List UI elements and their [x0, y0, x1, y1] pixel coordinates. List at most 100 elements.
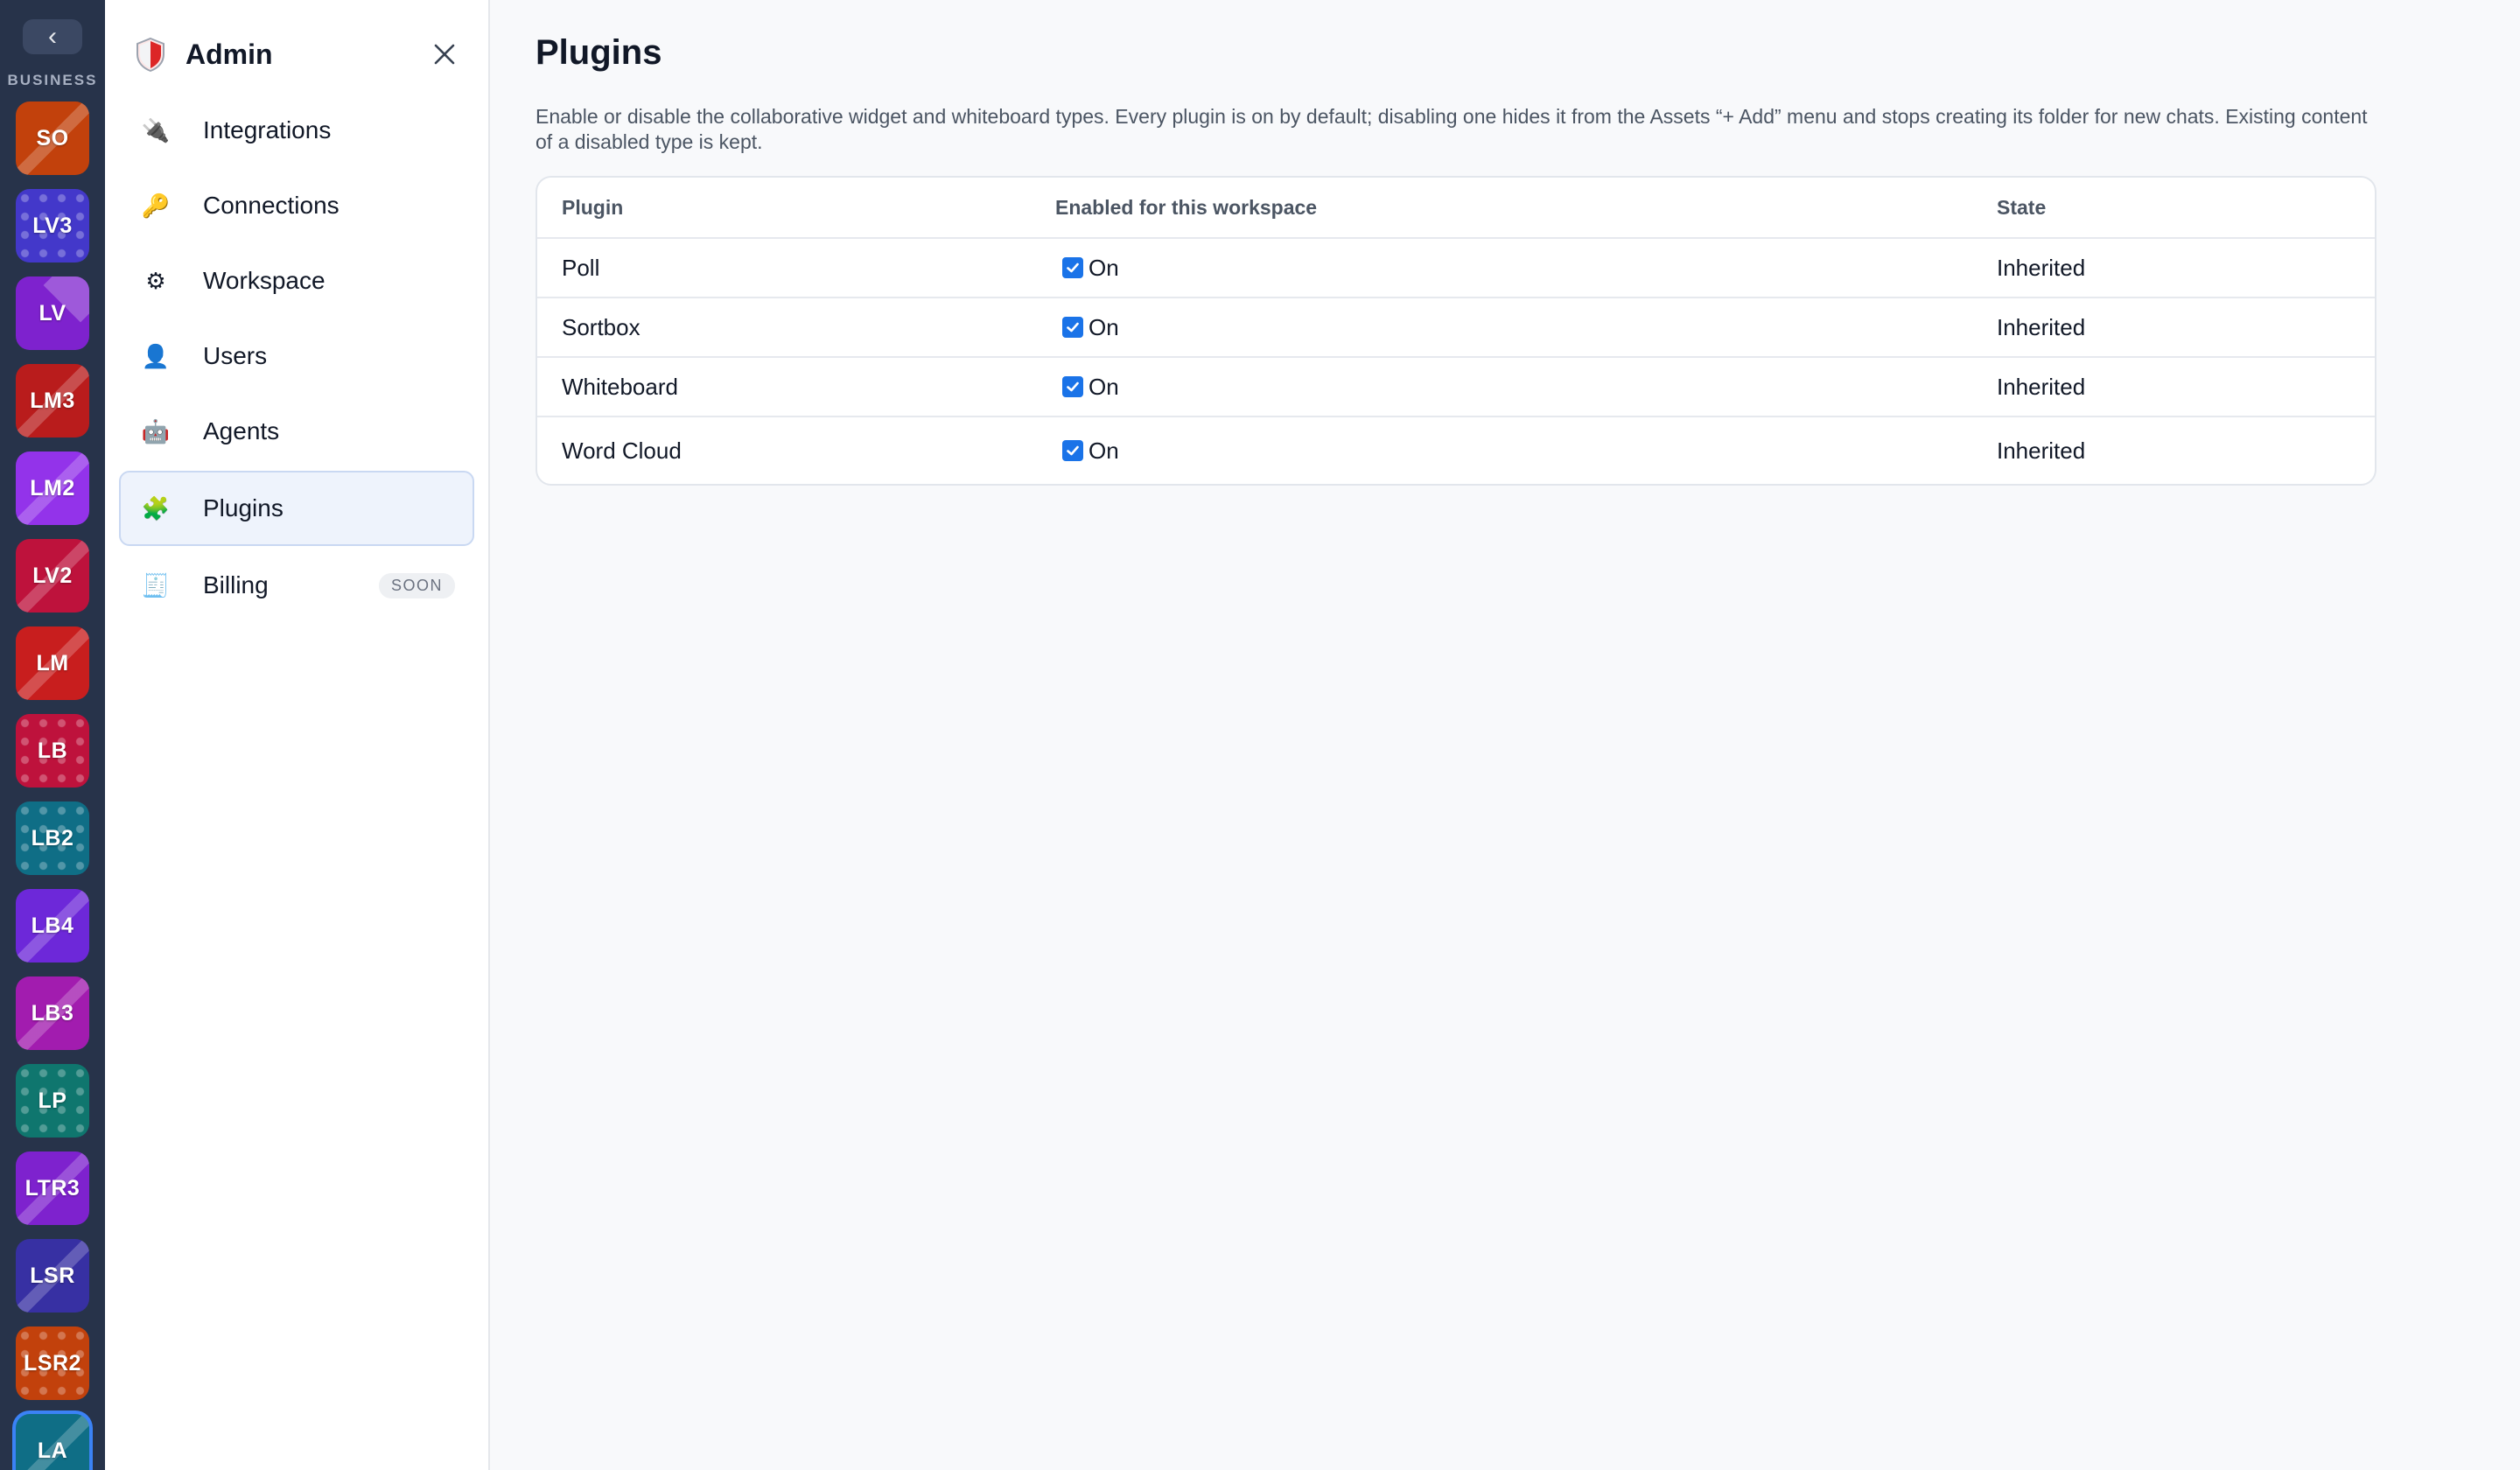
enabled-label: On	[1088, 254, 1119, 281]
workspace-tile[interactable]: LM	[16, 626, 89, 700]
nav-item-label: Plugins	[203, 494, 284, 522]
plugin-name: Poll	[537, 238, 1031, 298]
gear-icon: ⚙	[145, 267, 166, 294]
admin-title: Admin	[186, 38, 273, 70]
nav-item-label: Workspace	[203, 267, 326, 294]
nav-item-label: Billing	[203, 571, 269, 598]
app: ‹ BUSINESS SO LV3 LV LM3 LM2 LV2 LM LB LB2 LB4 LB3…	[0, 0, 2520, 1470]
workspace-tile[interactable]: LB3	[16, 976, 89, 1050]
workspace-tile[interactable]: LV3	[16, 189, 89, 262]
table-row: Sortbox On Inherited	[537, 298, 2375, 358]
enabled-checkbox[interactable]	[1062, 440, 1083, 461]
workspace-tile[interactable]: LB2	[16, 802, 89, 875]
workspace-tile[interactable]: LSR	[16, 1239, 89, 1312]
workspace-tile[interactable]: SO	[16, 102, 89, 175]
workspace-initials: LV	[38, 300, 66, 326]
page-description: Enable or disable the collaborative widg…	[536, 105, 2368, 153]
user-icon: 👤	[141, 342, 171, 369]
nav-item-integrations[interactable]: 🔌 Integrations	[119, 93, 474, 168]
plugin-state: Inherited	[1972, 238, 2375, 298]
plugin-name: Sortbox	[537, 298, 1031, 358]
receipt-icon: 🧾	[141, 571, 171, 598]
rail-section-label: BUSINESS	[7, 72, 98, 88]
plugin-name: Whiteboard	[537, 357, 1031, 417]
column-header-plugin: Plugin	[537, 178, 1031, 239]
enabled-checkbox[interactable]	[1062, 317, 1083, 338]
close-icon	[434, 44, 455, 65]
column-header-state: State	[1972, 178, 2375, 239]
workspace-initials: LV3	[32, 213, 73, 238]
workspace-initials: LP	[38, 1088, 67, 1113]
enabled-cell: On	[1031, 357, 1972, 417]
table-row: Whiteboard On Inherited	[537, 357, 2375, 417]
nav-item-plugins[interactable]: 🧩 Plugins	[119, 471, 474, 546]
table-row: Word Cloud On Inherited	[537, 416, 2375, 484]
admin-sidebar: Admin 🔌 Integrations 🔑 Connections ⚙ Workspac…	[105, 0, 490, 1470]
table-header-row: Plugin Enabled for this workspace State	[537, 178, 2375, 239]
table-row: Poll On Inherited	[537, 238, 2375, 298]
plug-icon: 🔌	[141, 116, 171, 144]
workspace-tile[interactable]: LTR3	[16, 1152, 89, 1225]
admin-nav: 🔌 Integrations 🔑 Connections ⚙ Workspace 👤 User…	[105, 93, 488, 623]
workspace-tile[interactable]: LP	[16, 1064, 89, 1138]
key-icon: 🔑	[141, 192, 171, 219]
enabled-label: On	[1088, 373, 1119, 400]
workspace-initials: LM2	[30, 475, 75, 500]
workspace-tile[interactable]: LB	[16, 714, 89, 788]
workspace-tile[interactable]: LM3	[16, 364, 89, 438]
plugins-table: Plugin Enabled for this workspace State …	[537, 178, 2375, 484]
workspace-rail: ‹ BUSINESS SO LV3 LV LM3 LM2 LV2 LM LB LB2 LB4 LB3…	[0, 0, 105, 1470]
nav-item-workspace[interactable]: ⚙ Workspace	[119, 243, 474, 318]
enabled-cell: On	[1031, 238, 1972, 298]
workspace-tile[interactable]: LSR2	[16, 1326, 89, 1400]
enabled-label: On	[1088, 437, 1119, 464]
page-title: Plugins	[536, 33, 662, 72]
soon-badge: SOON	[378, 572, 455, 598]
workspace-initials: LV2	[32, 563, 73, 588]
workspace-initials: LM	[36, 650, 69, 676]
robot-icon: 🤖	[141, 417, 171, 444]
nav-item-users[interactable]: 👤 Users	[119, 318, 474, 394]
admin-header: Admin	[105, 26, 488, 82]
enabled-checkbox[interactable]	[1062, 257, 1083, 278]
workspace-tile[interactable]: LM2	[16, 452, 89, 525]
collapse-rail-button[interactable]: ‹	[23, 19, 82, 54]
nav-item-agents[interactable]: 🤖 Agents	[119, 394, 474, 469]
enabled-toggle[interactable]: On	[1055, 438, 1948, 465]
nav-item-label: Agents	[203, 417, 280, 444]
checkmark-icon	[1067, 322, 1079, 332]
workspace-initials: LSR	[30, 1263, 75, 1288]
enabled-toggle[interactable]: On	[1055, 255, 1948, 282]
plugin-state: Inherited	[1997, 437, 2086, 464]
nav-item-label: Integrations	[203, 116, 332, 144]
chevron-left-icon: ‹	[48, 22, 57, 51]
enabled-cell: On	[1031, 416, 1972, 484]
workspace-initials: LM3	[30, 388, 75, 413]
checkmark-icon	[1067, 445, 1079, 456]
puzzle-icon: 🧩	[141, 494, 171, 522]
nav-item-label: Connections	[203, 192, 340, 219]
shield-icon	[136, 37, 164, 72]
plugins-table-card: Plugin Enabled for this workspace State …	[536, 176, 2376, 486]
workspace-initials: SO	[36, 125, 69, 150]
workspace-tile[interactable]: LV	[16, 276, 89, 350]
enabled-checkbox[interactable]	[1062, 376, 1083, 397]
enabled-toggle[interactable]: On	[1055, 314, 1948, 341]
checkmark-icon	[1067, 382, 1079, 392]
workspace-initials: LB	[37, 738, 68, 763]
enabled-toggle[interactable]: On	[1055, 374, 1948, 401]
plugin-state: Inherited	[1972, 357, 2375, 417]
workspace-list: SO LV3 LV LM3 LM2 LV2 LM LB LB2 LB4 LB3 LP LTR3 LSR LS…	[16, 102, 89, 1470]
plugin-name: Word Cloud	[562, 437, 682, 464]
enabled-cell: On	[1031, 298, 1972, 358]
nav-item-label: Users	[203, 342, 268, 369]
workspace-tile[interactable]: LA	[16, 1414, 89, 1470]
close-admin-button[interactable]	[427, 37, 462, 72]
workspace-tile[interactable]: LV2	[16, 539, 89, 612]
checkmark-icon	[1067, 262, 1079, 273]
nav-item-connections[interactable]: 🔑 Connections	[119, 168, 474, 243]
nav-item-billing[interactable]: 🧾 Billing SOON	[119, 548, 474, 623]
workspace-tile[interactable]: LB4	[16, 889, 89, 962]
workspace-initials: LTR3	[24, 1175, 80, 1200]
workspace-initials: LB3	[31, 1000, 74, 1026]
